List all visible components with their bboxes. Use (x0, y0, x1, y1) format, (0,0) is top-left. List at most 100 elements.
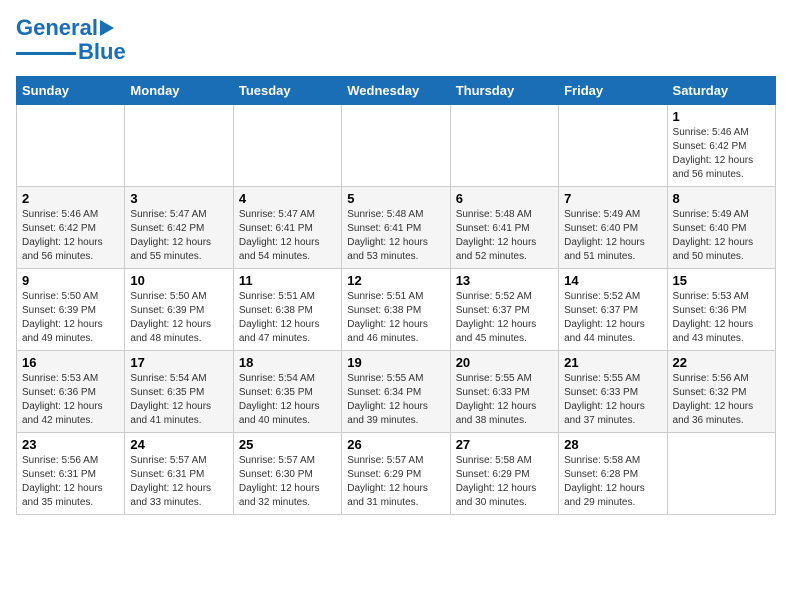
day-number: 10 (130, 273, 227, 288)
day-info: Sunrise: 5:58 AM Sunset: 6:29 PM Dayligh… (456, 454, 553, 510)
calendar-cell (667, 433, 775, 515)
day-info: Sunrise: 5:55 AM Sunset: 6:33 PM Dayligh… (456, 372, 553, 428)
calendar-week-row: 1Sunrise: 5:46 AM Sunset: 6:42 PM Daylig… (17, 105, 776, 187)
day-info: Sunrise: 5:48 AM Sunset: 6:41 PM Dayligh… (456, 208, 553, 264)
calendar-cell: 18 Sunrise: 5:54 AM Sunset: 6:35 PM Dayli… (233, 351, 341, 433)
weekday-header-sunday: Sunday (17, 77, 125, 105)
weekday-header-tuesday: Tuesday (233, 77, 341, 105)
day-info: Sunrise: 5:51 AM Sunset: 6:38 PM Dayligh… (239, 290, 336, 346)
calendar-cell: 5 Sunrise: 5:48 AM Sunset: 6:41 PM Daylig… (342, 187, 450, 269)
calendar-week-row: 23 Sunrise: 5:56 AM Sunset: 6:31 PM Dayli… (17, 433, 776, 515)
day-info: Sunrise: 5:56 AM Sunset: 6:31 PM Dayligh… (22, 454, 119, 510)
day-number: 6 (456, 191, 553, 206)
calendar-cell: 15Sunrise: 5:53 AM Sunset: 6:36 PM Dayli… (667, 269, 775, 351)
day-number: 23 (22, 437, 119, 452)
calendar-cell: 14 Sunrise: 5:52 AM Sunset: 6:37 PM Dayli… (559, 269, 667, 351)
day-info: Sunrise: 5:51 AM Sunset: 6:38 PM Dayligh… (347, 290, 444, 346)
day-number: 3 (130, 191, 227, 206)
day-number: 20 (456, 355, 553, 370)
calendar-cell: 11Sunrise: 5:51 AM Sunset: 6:38 PM Dayli… (233, 269, 341, 351)
day-info: Sunrise: 5:52 AM Sunset: 6:37 PM Dayligh… (564, 290, 661, 346)
day-number: 4 (239, 191, 336, 206)
calendar-cell: 19 Sunrise: 5:55 AM Sunset: 6:34 PM Dayli… (342, 351, 450, 433)
day-info: Sunrise: 5:46 AM Sunset: 6:42 PM Dayligh… (22, 208, 119, 264)
calendar-cell: 16Sunrise: 5:53 AM Sunset: 6:36 PM Dayli… (17, 351, 125, 433)
day-info: Sunrise: 5:49 AM Sunset: 6:40 PM Dayligh… (564, 208, 661, 264)
weekday-header-thursday: Thursday (450, 77, 558, 105)
day-number: 24 (130, 437, 227, 452)
calendar-cell: 4 Sunrise: 5:47 AM Sunset: 6:41 PM Daylig… (233, 187, 341, 269)
day-number: 27 (456, 437, 553, 452)
day-info: Sunrise: 5:55 AM Sunset: 6:33 PM Dayligh… (564, 372, 661, 428)
day-number: 18 (239, 355, 336, 370)
calendar-cell: 20 Sunrise: 5:55 AM Sunset: 6:33 PM Dayli… (450, 351, 558, 433)
weekday-header-monday: Monday (125, 77, 233, 105)
weekday-header-wednesday: Wednesday (342, 77, 450, 105)
day-info: Sunrise: 5:49 AM Sunset: 6:40 PM Dayligh… (673, 208, 770, 264)
calendar-cell: 27 Sunrise: 5:58 AM Sunset: 6:29 PM Dayli… (450, 433, 558, 515)
day-info: Sunrise: 5:57 AM Sunset: 6:31 PM Dayligh… (130, 454, 227, 510)
logo: General Blue (16, 16, 126, 64)
day-info: Sunrise: 5:54 AM Sunset: 6:35 PM Dayligh… (130, 372, 227, 428)
weekday-header-row: SundayMondayTuesdayWednesdayThursdayFrid… (17, 77, 776, 105)
day-number: 8 (673, 191, 770, 206)
calendar-cell: 21 Sunrise: 5:55 AM Sunset: 6:33 PM Dayli… (559, 351, 667, 433)
day-info: Sunrise: 5:56 AM Sunset: 6:32 PM Dayligh… (673, 372, 770, 428)
day-number: 7 (564, 191, 661, 206)
day-info: Sunrise: 5:50 AM Sunset: 6:39 PM Dayligh… (130, 290, 227, 346)
day-number: 21 (564, 355, 661, 370)
calendar-cell: 10 Sunrise: 5:50 AM Sunset: 6:39 PM Dayli… (125, 269, 233, 351)
day-info: Sunrise: 5:57 AM Sunset: 6:29 PM Dayligh… (347, 454, 444, 510)
calendar-cell (125, 105, 233, 187)
calendar-cell: 24 Sunrise: 5:57 AM Sunset: 6:31 PM Dayli… (125, 433, 233, 515)
day-number: 2 (22, 191, 119, 206)
day-info: Sunrise: 5:52 AM Sunset: 6:37 PM Dayligh… (456, 290, 553, 346)
logo-arrow-icon (100, 20, 114, 36)
calendar-cell: 17 Sunrise: 5:54 AM Sunset: 6:35 PM Dayli… (125, 351, 233, 433)
calendar-cell (17, 105, 125, 187)
calendar-cell: 28 Sunrise: 5:58 AM Sunset: 6:28 PM Dayli… (559, 433, 667, 515)
day-number: 19 (347, 355, 444, 370)
day-info: Sunrise: 5:47 AM Sunset: 6:42 PM Dayligh… (130, 208, 227, 264)
day-number: 5 (347, 191, 444, 206)
calendar-week-row: 16Sunrise: 5:53 AM Sunset: 6:36 PM Dayli… (17, 351, 776, 433)
weekday-header-saturday: Saturday (667, 77, 775, 105)
calendar-cell: 2 Sunrise: 5:46 AM Sunset: 6:42 PM Daylig… (17, 187, 125, 269)
day-number: 17 (130, 355, 227, 370)
calendar-cell: 12 Sunrise: 5:51 AM Sunset: 6:38 PM Dayli… (342, 269, 450, 351)
calendar-cell: 22 Sunrise: 5:56 AM Sunset: 6:32 PM Dayli… (667, 351, 775, 433)
calendar-cell: 6 Sunrise: 5:48 AM Sunset: 6:41 PM Daylig… (450, 187, 558, 269)
calendar-week-row: 9Sunrise: 5:50 AM Sunset: 6:39 PM Daylig… (17, 269, 776, 351)
day-number: 28 (564, 437, 661, 452)
day-info: Sunrise: 5:55 AM Sunset: 6:34 PM Dayligh… (347, 372, 444, 428)
calendar-cell: 7 Sunrise: 5:49 AM Sunset: 6:40 PM Daylig… (559, 187, 667, 269)
day-number: 16 (22, 355, 119, 370)
day-info: Sunrise: 5:57 AM Sunset: 6:30 PM Dayligh… (239, 454, 336, 510)
page-header: General Blue (16, 16, 776, 64)
calendar-cell: 9Sunrise: 5:50 AM Sunset: 6:39 PM Daylig… (17, 269, 125, 351)
calendar-cell: 1Sunrise: 5:46 AM Sunset: 6:42 PM Daylig… (667, 105, 775, 187)
calendar-cell: 3 Sunrise: 5:47 AM Sunset: 6:42 PM Daylig… (125, 187, 233, 269)
day-info: Sunrise: 5:48 AM Sunset: 6:41 PM Dayligh… (347, 208, 444, 264)
logo-line (16, 52, 76, 55)
day-number: 22 (673, 355, 770, 370)
day-info: Sunrise: 5:58 AM Sunset: 6:28 PM Dayligh… (564, 454, 661, 510)
calendar-cell (342, 105, 450, 187)
day-number: 25 (239, 437, 336, 452)
day-info: Sunrise: 5:50 AM Sunset: 6:39 PM Dayligh… (22, 290, 119, 346)
calendar-cell (233, 105, 341, 187)
day-number: 14 (564, 273, 661, 288)
day-info: Sunrise: 5:54 AM Sunset: 6:35 PM Dayligh… (239, 372, 336, 428)
logo-text2: Blue (78, 40, 126, 64)
calendar-cell: 13Sunrise: 5:52 AM Sunset: 6:37 PM Dayli… (450, 269, 558, 351)
day-info: Sunrise: 5:47 AM Sunset: 6:41 PM Dayligh… (239, 208, 336, 264)
calendar-week-row: 2 Sunrise: 5:46 AM Sunset: 6:42 PM Daylig… (17, 187, 776, 269)
calendar-cell: 25 Sunrise: 5:57 AM Sunset: 6:30 PM Dayli… (233, 433, 341, 515)
calendar-cell: 26Sunrise: 5:57 AM Sunset: 6:29 PM Dayli… (342, 433, 450, 515)
logo-text: General (16, 16, 98, 40)
calendar-table: SundayMondayTuesdayWednesdayThursdayFrid… (16, 76, 776, 515)
day-number: 12 (347, 273, 444, 288)
calendar-cell (559, 105, 667, 187)
calendar-cell (450, 105, 558, 187)
weekday-header-friday: Friday (559, 77, 667, 105)
